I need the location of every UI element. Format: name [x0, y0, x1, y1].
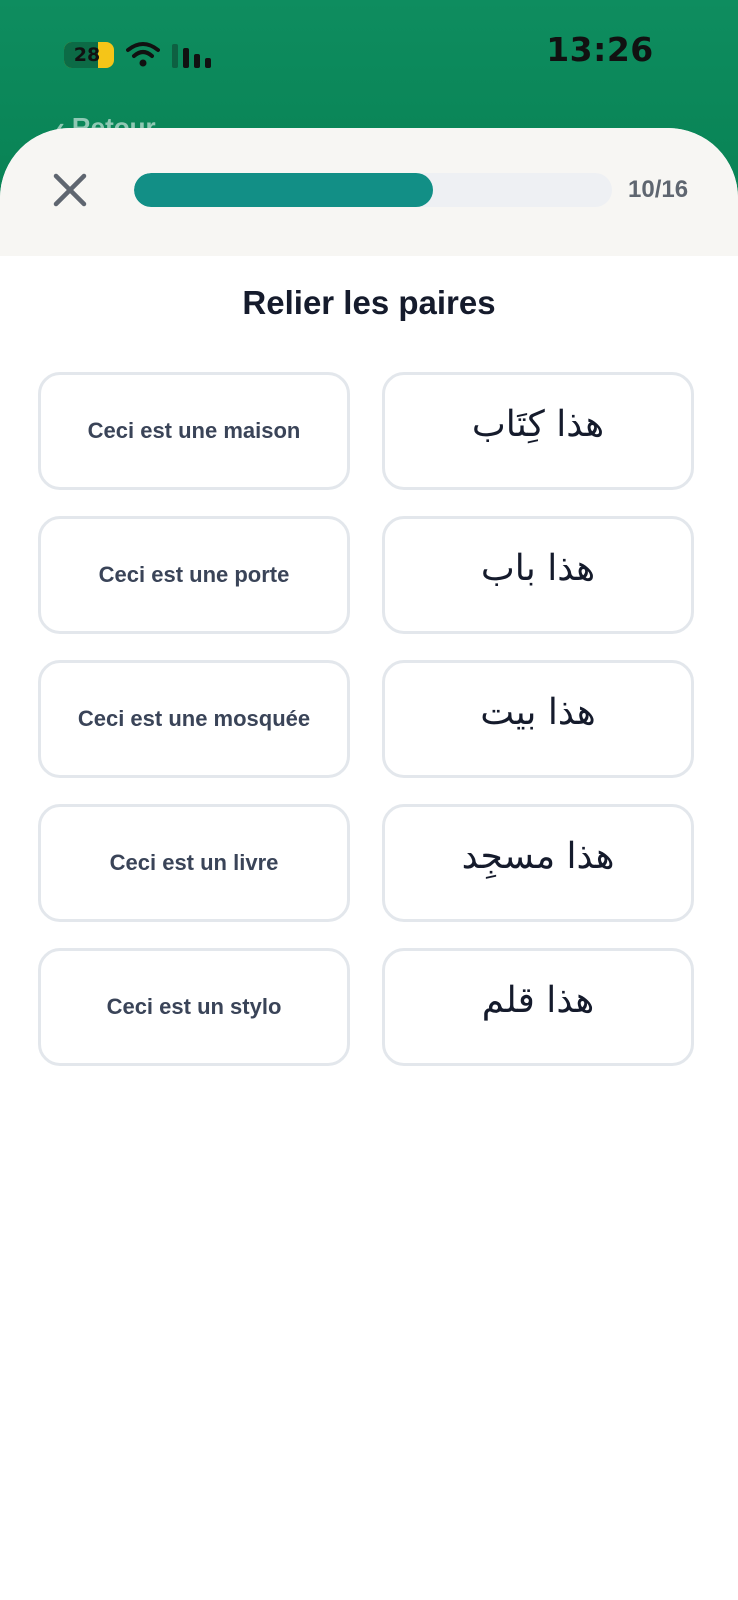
sheet-header: 10/16 — [0, 128, 738, 256]
battery-icon: 28 — [64, 42, 114, 68]
close-button[interactable] — [44, 164, 96, 216]
french-option-text: Ceci est une porte — [98, 562, 290, 587]
french-option-card[interactable]: Ceci est une mosquée — [38, 660, 350, 778]
progress-bar — [134, 173, 612, 207]
arabic-option-text: هذا قلم — [481, 979, 595, 1021]
french-option-card[interactable]: Ceci est un stylo — [38, 948, 350, 1066]
arabic-option-text: هذا باب — [480, 547, 596, 589]
arabic-option-card[interactable]: هذا مسجِد — [382, 804, 694, 922]
french-option-card[interactable]: Ceci est un livre — [38, 804, 350, 922]
arabic-option-card[interactable]: هذا باب — [382, 516, 694, 634]
battery-percent: 28 — [73, 44, 101, 66]
french-option-card[interactable]: Ceci est une maison — [38, 372, 350, 490]
exercise-title: Relier les paires — [242, 284, 496, 321]
arabic-option-card[interactable]: هذا قلم — [382, 948, 694, 1066]
pair-row: Ceci est un stylo هذا قلم — [38, 948, 700, 1068]
french-option-text: Ceci est un livre — [109, 850, 279, 875]
arabic-option-card[interactable]: هذا بيت — [382, 660, 694, 778]
french-option-card[interactable]: Ceci est une porte — [38, 516, 350, 634]
exercise-sheet: 10/16 Relier les paires Ceci est une mai… — [0, 128, 738, 1600]
arabic-option-card[interactable]: هذا كِتَاب — [382, 372, 694, 490]
french-option-text: Ceci est une maison — [87, 418, 301, 443]
progress-count: 10/16 — [628, 176, 689, 203]
progress-fill — [134, 173, 433, 207]
pair-row: Ceci est une porte هذا باب — [38, 516, 700, 636]
arabic-option-text: هذا كِتَاب — [471, 403, 605, 445]
pair-row: Ceci est un livre هذا مسجِد — [38, 804, 700, 924]
status-time: 13:26 — [546, 30, 654, 69]
pair-row: Ceci est une mosquée هذا بيت — [38, 660, 700, 780]
signal-icon — [172, 44, 211, 68]
pair-row: Ceci est une maison هذا كِتَاب — [38, 372, 700, 492]
status-bar: 28 13:26 — [0, 0, 738, 110]
arabic-option-text: هذا مسجِد — [461, 835, 615, 877]
french-option-text: Ceci est une mosquée — [77, 706, 311, 731]
wifi-icon — [126, 42, 160, 67]
arabic-option-text: هذا بيت — [480, 691, 596, 733]
close-icon — [53, 173, 87, 207]
french-option-text: Ceci est un stylo — [106, 994, 282, 1019]
